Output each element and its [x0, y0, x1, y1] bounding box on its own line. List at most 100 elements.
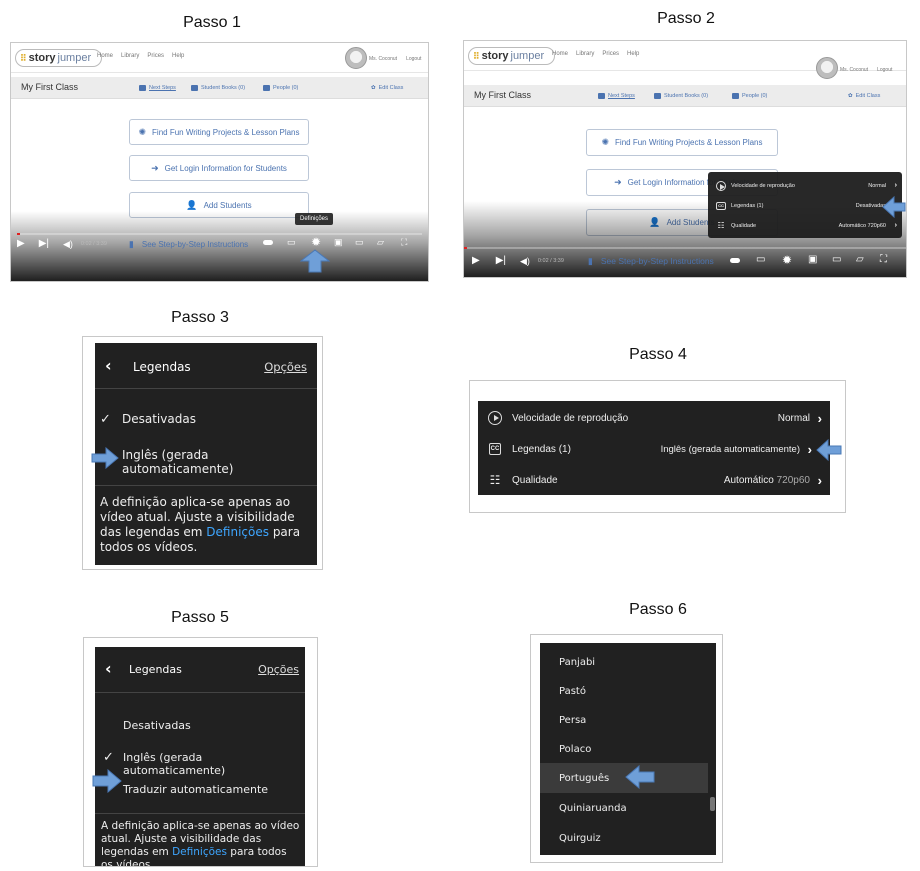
storyjumper-logo[interactable]: ⠿ story jumper [468, 47, 556, 65]
options-link[interactable]: Opções [264, 360, 307, 374]
login-arrow-icon: ➜ [614, 177, 622, 187]
user-name[interactable]: Ms. Coconut [369, 56, 397, 62]
settings-gear-icon[interactable]: ✹ [311, 236, 321, 248]
miniplayer-icon[interactable]: ▣ [808, 255, 817, 265]
people-link[interactable]: People (0) [732, 93, 767, 99]
video-progress-bar[interactable] [17, 233, 422, 235]
class-name: My First Class [21, 82, 78, 92]
logo-dots-icon: ⠿ [473, 50, 480, 61]
subtitle-option-auto-translate[interactable]: Traduzir automaticamente [123, 783, 268, 796]
settings-row-subtitles[interactable]: CC Legendas (1) Desativadas › [708, 196, 902, 215]
settings-row-speed[interactable]: Velocidade de reprodução Normal › [478, 403, 830, 433]
quality-icon: ☷ [717, 221, 725, 230]
settings-row-subtitles[interactable]: CC Legendas (1) Inglês (gerada automatic… [478, 434, 830, 464]
cast-icon[interactable]: ▱ [377, 238, 384, 247]
language-option[interactable]: Pastó [540, 678, 708, 704]
play-icon[interactable]: ▶ [472, 256, 480, 266]
step-4-title: Passo 4 [629, 346, 687, 363]
settings-link[interactable]: Definições [172, 846, 227, 858]
people-label: People (0) [273, 85, 299, 91]
user-name[interactable]: Ms. Coconut [840, 67, 868, 73]
logout-link[interactable]: Logout [877, 67, 892, 73]
language-option[interactable]: Quiniaruanda [540, 795, 708, 821]
edit-class-label: Edit Class [855, 93, 881, 99]
subtitle-option-english-auto[interactable]: Inglês (gerada automaticamente) [123, 751, 305, 777]
find-projects-button[interactable]: ✺ Find Fun Writing Projects & Lesson Plan… [586, 129, 778, 156]
list-scrollbar[interactable] [710, 797, 715, 811]
subtitles-icon[interactable]: ▭ [756, 255, 765, 265]
video-progress-bar[interactable] [464, 247, 906, 249]
people-link[interactable]: People (0) [263, 85, 298, 91]
student-books-link[interactable]: Student Books (0) [654, 93, 708, 99]
logout-link[interactable]: Logout [406, 56, 421, 62]
next-steps-link[interactable]: Next Steps [598, 93, 635, 99]
settings-row-speed[interactable]: Velocidade de reprodução Normal › [708, 176, 902, 195]
add-students-label: Add Students [203, 200, 252, 210]
language-option[interactable]: Panjabi [540, 649, 708, 675]
settings-link[interactable]: Definições [206, 525, 269, 539]
settings-row-quality[interactable]: ☷ Qualidade Automático 720p60 › [478, 465, 830, 495]
next-icon[interactable]: ▶| [496, 256, 506, 266]
user-avatar[interactable] [345, 47, 367, 69]
see-instructions-label[interactable]: See Step-by-Step Instructions [142, 240, 248, 249]
settings-gear-icon[interactable]: ✹ [782, 254, 792, 266]
edit-class-link[interactable]: ✿ Edit Class [848, 93, 880, 99]
fullscreen-icon[interactable]: ⛶ [401, 238, 407, 247]
storyjumper-logo[interactable]: ⠿ story jumper [15, 49, 103, 67]
people-label: People (0) [742, 93, 768, 99]
next-steps-label: Next Steps [149, 85, 176, 91]
step-5-screenshot: ‹ Legendas Opções Desativadas ✓ Inglês (… [83, 637, 318, 867]
back-chevron-icon[interactable]: ‹ [105, 659, 112, 678]
book-icon [191, 85, 198, 91]
nav-prices[interactable]: Prices [147, 53, 164, 59]
volume-icon[interactable]: ◀) [520, 256, 530, 266]
class-bar: My First Class Next Steps Student Books … [11, 77, 428, 99]
checkmark-icon: ✓ [100, 412, 111, 427]
subtitles-header: ‹ Legendas Opções [95, 343, 317, 389]
options-link[interactable]: Opções [258, 663, 299, 676]
nav-help[interactable]: Help [627, 51, 639, 57]
next-icon[interactable]: ▶| [39, 239, 49, 249]
find-projects-button[interactable]: ✺ Find Fun Writing Projects & Lesson Plan… [129, 119, 309, 145]
nav-home[interactable]: Home [552, 51, 568, 57]
scrubber-handle[interactable] [263, 240, 273, 245]
nav-library[interactable]: Library [121, 53, 139, 59]
subtitles-icon[interactable]: ▭ [287, 238, 296, 247]
cast-icon[interactable]: ▱ [856, 255, 864, 265]
volume-icon[interactable]: ◀) [63, 239, 73, 249]
language-option[interactable]: Quirguiz [540, 825, 708, 851]
language-option[interactable]: Polaco [540, 736, 708, 762]
subtitle-option-off[interactable]: Desativadas [122, 412, 196, 426]
miniplayer-icon[interactable]: ▣ [334, 238, 343, 247]
subtitle-option-off[interactable]: Desativadas [123, 719, 191, 732]
book-icon [654, 93, 661, 99]
logo-dots-icon: ⠿ [20, 52, 27, 63]
nav-library[interactable]: Library [576, 51, 594, 57]
theater-icon[interactable]: ▭ [355, 238, 364, 247]
settings-menu: Velocidade de reprodução Normal › CC Leg… [708, 172, 902, 238]
arrow-left-icon [882, 196, 906, 218]
chevron-right-icon: › [817, 472, 822, 488]
login-info-label: Get Login Information for Students [164, 163, 287, 173]
user-avatar[interactable] [816, 57, 838, 79]
nav-prices[interactable]: Prices [602, 51, 619, 57]
login-info-button[interactable]: ➜ Get Login Information for Students [129, 155, 309, 181]
main-nav: Home Library Prices Help [97, 53, 184, 59]
language-option-selected[interactable]: Português [540, 763, 708, 793]
play-icon[interactable]: ▶ [17, 239, 25, 249]
settings-row-quality[interactable]: ☷ Qualidade Automático 720p60 › [708, 216, 902, 235]
fullscreen-icon[interactable]: ⛶ [880, 255, 887, 265]
scrubber-handle[interactable] [730, 258, 740, 263]
subtitle-option-english-auto[interactable]: Inglês (gerada automaticamente) [122, 448, 317, 476]
student-books-link[interactable]: Student Books (0) [191, 85, 245, 91]
edit-class-link[interactable]: ✿ Edit Class [371, 85, 403, 91]
next-steps-link[interactable]: Next Steps [139, 85, 176, 91]
back-chevron-icon[interactable]: ‹ [105, 356, 112, 375]
nav-home[interactable]: Home [97, 53, 113, 59]
theater-icon[interactable]: ▭ [832, 255, 841, 265]
chevron-right-icon: › [894, 222, 897, 229]
quality-label: Qualidade [512, 474, 558, 486]
see-instructions-label[interactable]: See Step-by-Step Instructions [601, 256, 714, 266]
nav-help[interactable]: Help [172, 53, 184, 59]
language-option[interactable]: Persa [540, 707, 708, 733]
